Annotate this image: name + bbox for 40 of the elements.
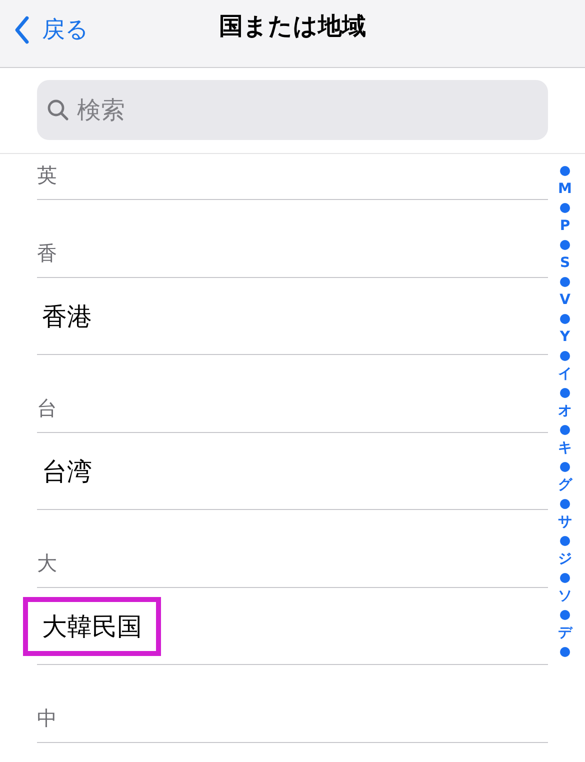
section-header: 香	[37, 240, 57, 267]
index-letter[interactable]: キ	[558, 439, 572, 458]
index-dot-icon	[560, 462, 570, 472]
index-letter[interactable]: グ	[558, 476, 572, 495]
country-item[interactable]: 大韓民国	[23, 596, 161, 656]
section-header: 中	[37, 705, 57, 732]
index-dot-icon	[560, 499, 570, 509]
index-dot-icon	[560, 536, 570, 546]
country-item[interactable]: 台湾	[23, 442, 111, 500]
index-letter[interactable]: Y	[560, 328, 570, 347]
index-dot-icon	[560, 351, 570, 361]
index-letter[interactable]: V	[560, 291, 570, 310]
index-letter[interactable]: P	[560, 217, 570, 236]
index-dot-icon	[560, 610, 570, 620]
index-letter[interactable]: イ	[558, 365, 572, 384]
screen-title: 国または地域	[219, 11, 366, 42]
index-letter[interactable]: M	[558, 180, 572, 199]
index-letter[interactable]: オ	[558, 402, 572, 421]
section-header: 大	[37, 550, 57, 577]
index-dot-icon	[560, 647, 570, 657]
back-button[interactable]: 戻る	[0, 14, 89, 53]
index-dot-icon	[560, 240, 570, 250]
section-header: 台	[37, 395, 57, 422]
index-letter[interactable]: サ	[558, 513, 572, 532]
index-letter[interactable]: デ	[558, 624, 572, 643]
index-dot-icon	[560, 277, 570, 287]
index-dot-icon	[560, 573, 570, 583]
country-item[interactable]: 香港	[23, 286, 111, 346]
search-field[interactable]: 検索	[37, 80, 548, 140]
index-letter[interactable]: S	[560, 254, 570, 273]
search-icon	[47, 98, 69, 120]
index-dot-icon	[560, 203, 570, 213]
index-dot-icon	[560, 425, 570, 435]
index-letter[interactable]: ソ	[558, 587, 572, 606]
index-letter[interactable]: ジ	[558, 550, 572, 569]
section-header: 英	[37, 162, 57, 189]
index-dot-icon	[560, 166, 570, 176]
index-dot-icon	[560, 388, 570, 398]
chevron-left-icon	[14, 16, 30, 44]
index-dot-icon	[560, 314, 570, 324]
